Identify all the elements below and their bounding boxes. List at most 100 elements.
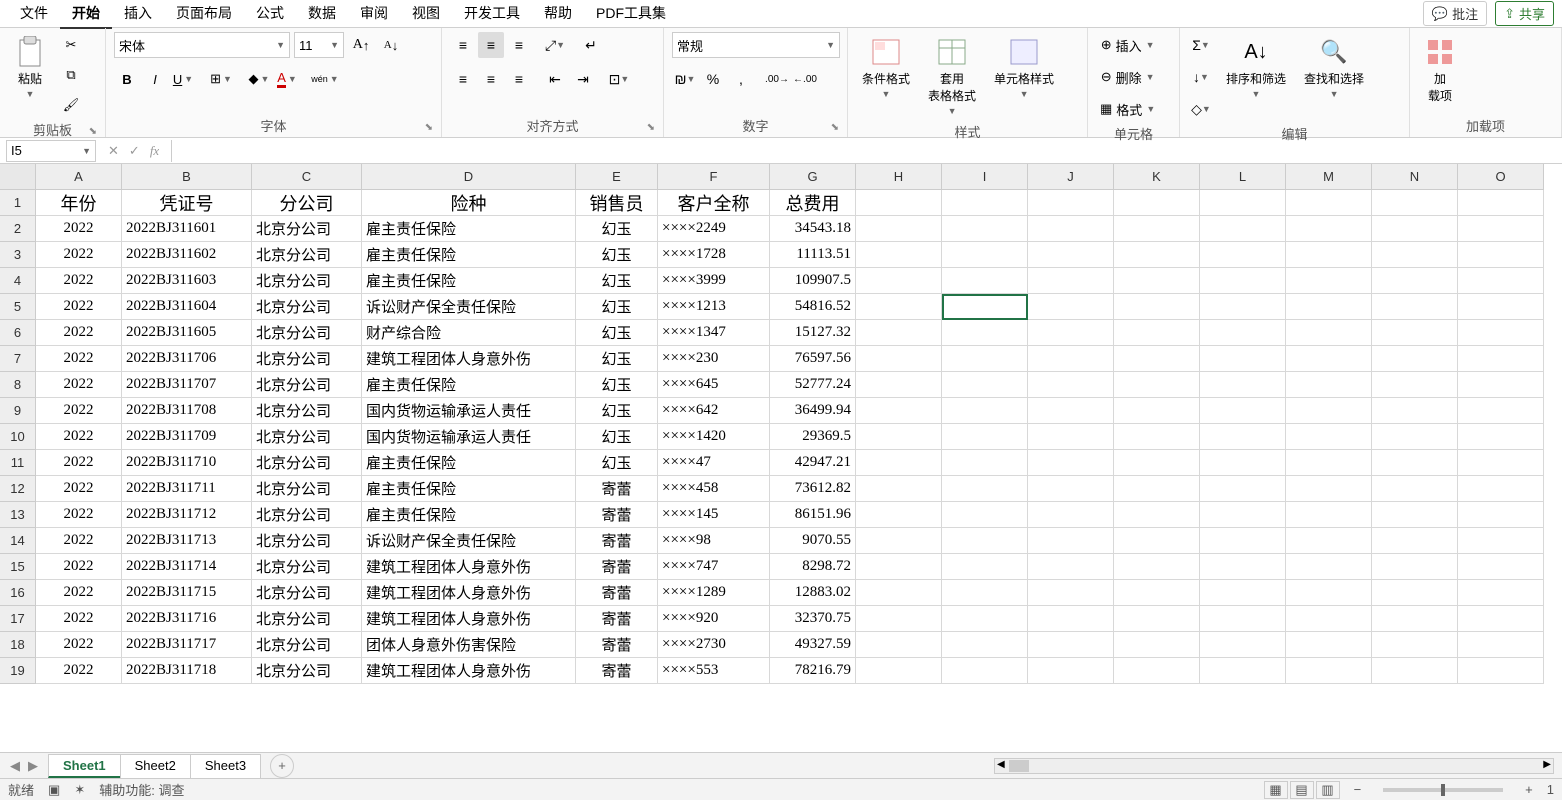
font-size-select[interactable]: 11▼ — [294, 32, 344, 58]
cell-O15[interactable] — [1458, 554, 1544, 580]
col-header-F[interactable]: F — [658, 164, 770, 190]
cell-F17[interactable]: ××××920 — [658, 606, 770, 632]
cell-C4[interactable]: 北京分公司 — [252, 268, 362, 294]
cell-B15[interactable]: 2022BJ311714 — [122, 554, 252, 580]
cell-D1[interactable]: 险种 — [362, 190, 576, 216]
cell-J7[interactable] — [1028, 346, 1114, 372]
cell-O12[interactable] — [1458, 476, 1544, 502]
cell-J4[interactable] — [1028, 268, 1114, 294]
cell-E1[interactable]: 销售员 — [576, 190, 658, 216]
cell-L12[interactable] — [1200, 476, 1286, 502]
cell-N5[interactable] — [1372, 294, 1458, 320]
decrease-indent-button[interactable]: ⇤ — [542, 66, 568, 92]
col-header-A[interactable]: A — [36, 164, 122, 190]
col-header-D[interactable]: D — [362, 164, 576, 190]
cell-E7[interactable]: 幻玉 — [576, 346, 658, 372]
cell-I9[interactable] — [942, 398, 1028, 424]
table-format-button[interactable]: 套用 表格格式▼ — [922, 32, 982, 120]
cell-C15[interactable]: 北京分公司 — [252, 554, 362, 580]
cell-N3[interactable] — [1372, 242, 1458, 268]
cell-O17[interactable] — [1458, 606, 1544, 632]
cell-J11[interactable] — [1028, 450, 1114, 476]
row-header-9[interactable]: 9 — [0, 398, 36, 424]
row-header-11[interactable]: 11 — [0, 450, 36, 476]
merge-button[interactable]: ⊡▼ — [606, 66, 632, 92]
cell-C11[interactable]: 北京分公司 — [252, 450, 362, 476]
cell-I14[interactable] — [942, 528, 1028, 554]
cell-I19[interactable] — [942, 658, 1028, 684]
cell-A6[interactable]: 2022 — [36, 320, 122, 346]
cell-C1[interactable]: 分公司 — [252, 190, 362, 216]
cell-G3[interactable]: 11113.51 — [770, 242, 856, 268]
cell-O10[interactable] — [1458, 424, 1544, 450]
row-header-2[interactable]: 2 — [0, 216, 36, 242]
cell-J8[interactable] — [1028, 372, 1114, 398]
zoom-in-button[interactable]: + — [1525, 782, 1533, 797]
col-header-C[interactable]: C — [252, 164, 362, 190]
cell-O1[interactable] — [1458, 190, 1544, 216]
cell-D7[interactable]: 建筑工程团体人身意外伤 — [362, 346, 576, 372]
cell-L4[interactable] — [1200, 268, 1286, 294]
cell-B4[interactable]: 2022BJ311603 — [122, 268, 252, 294]
cell-K11[interactable] — [1114, 450, 1200, 476]
cell-K1[interactable] — [1114, 190, 1200, 216]
cell-C19[interactable]: 北京分公司 — [252, 658, 362, 684]
cell-G1[interactable]: 总费用 — [770, 190, 856, 216]
cell-B10[interactable]: 2022BJ311709 — [122, 424, 252, 450]
cell-O2[interactable] — [1458, 216, 1544, 242]
cell-C10[interactable]: 北京分公司 — [252, 424, 362, 450]
cell-A16[interactable]: 2022 — [36, 580, 122, 606]
align-right-button[interactable]: ≡ — [506, 66, 532, 92]
cell-L15[interactable] — [1200, 554, 1286, 580]
cell-I12[interactable] — [942, 476, 1028, 502]
cell-I3[interactable] — [942, 242, 1028, 268]
format-painter-button[interactable]: 🖌 — [58, 92, 84, 118]
cell-F9[interactable]: ××××642 — [658, 398, 770, 424]
cell-E14[interactable]: 寄蕾 — [576, 528, 658, 554]
cell-H13[interactable] — [856, 502, 942, 528]
cell-G14[interactable]: 9070.55 — [770, 528, 856, 554]
font-color-button[interactable]: A▼ — [274, 66, 300, 92]
cell-M13[interactable] — [1286, 502, 1372, 528]
autosum-button[interactable]: Σ▼ — [1188, 32, 1214, 58]
fill-button[interactable]: ↓▼ — [1188, 64, 1214, 90]
row-header-10[interactable]: 10 — [0, 424, 36, 450]
cell-C8[interactable]: 北京分公司 — [252, 372, 362, 398]
cell-L5[interactable] — [1200, 294, 1286, 320]
cell-D13[interactable]: 雇主责任保险 — [362, 502, 576, 528]
cell-F2[interactable]: ××××2249 — [658, 216, 770, 242]
cell-D3[interactable]: 雇主责任保险 — [362, 242, 576, 268]
cell-C2[interactable]: 北京分公司 — [252, 216, 362, 242]
row-header-15[interactable]: 15 — [0, 554, 36, 580]
col-header-E[interactable]: E — [576, 164, 658, 190]
border-button[interactable]: ⊞▼ — [208, 66, 234, 92]
cell-J18[interactable] — [1028, 632, 1114, 658]
number-launcher[interactable]: ⬊ — [831, 122, 839, 133]
cell-J12[interactable] — [1028, 476, 1114, 502]
enter-formula-icon[interactable]: ✓ — [129, 143, 140, 159]
cell-G18[interactable]: 49327.59 — [770, 632, 856, 658]
cell-O14[interactable] — [1458, 528, 1544, 554]
zoom-slider[interactable] — [1383, 788, 1503, 792]
cell-N6[interactable] — [1372, 320, 1458, 346]
cell-B18[interactable]: 2022BJ311717 — [122, 632, 252, 658]
cell-O3[interactable] — [1458, 242, 1544, 268]
cell-I5[interactable] — [942, 294, 1028, 320]
tab-prev-icon[interactable]: ◀ — [10, 758, 20, 774]
col-header-N[interactable]: N — [1372, 164, 1458, 190]
cell-E18[interactable]: 寄蕾 — [576, 632, 658, 658]
cell-B5[interactable]: 2022BJ311604 — [122, 294, 252, 320]
cell-D6[interactable]: 财产综合险 — [362, 320, 576, 346]
font-name-select[interactable]: 宋体▼ — [114, 32, 290, 58]
cell-M9[interactable] — [1286, 398, 1372, 424]
decrease-font-button[interactable]: A↓ — [378, 32, 404, 58]
cell-A7[interactable]: 2022 — [36, 346, 122, 372]
cell-B2[interactable]: 2022BJ311601 — [122, 216, 252, 242]
cell-D19[interactable]: 建筑工程团体人身意外伤 — [362, 658, 576, 684]
percent-button[interactable]: % — [700, 66, 726, 92]
cell-K7[interactable] — [1114, 346, 1200, 372]
row-header-17[interactable]: 17 — [0, 606, 36, 632]
cell-K4[interactable] — [1114, 268, 1200, 294]
insert-cells-button[interactable]: ⊕插入▼ — [1096, 32, 1159, 58]
cell-J9[interactable] — [1028, 398, 1114, 424]
